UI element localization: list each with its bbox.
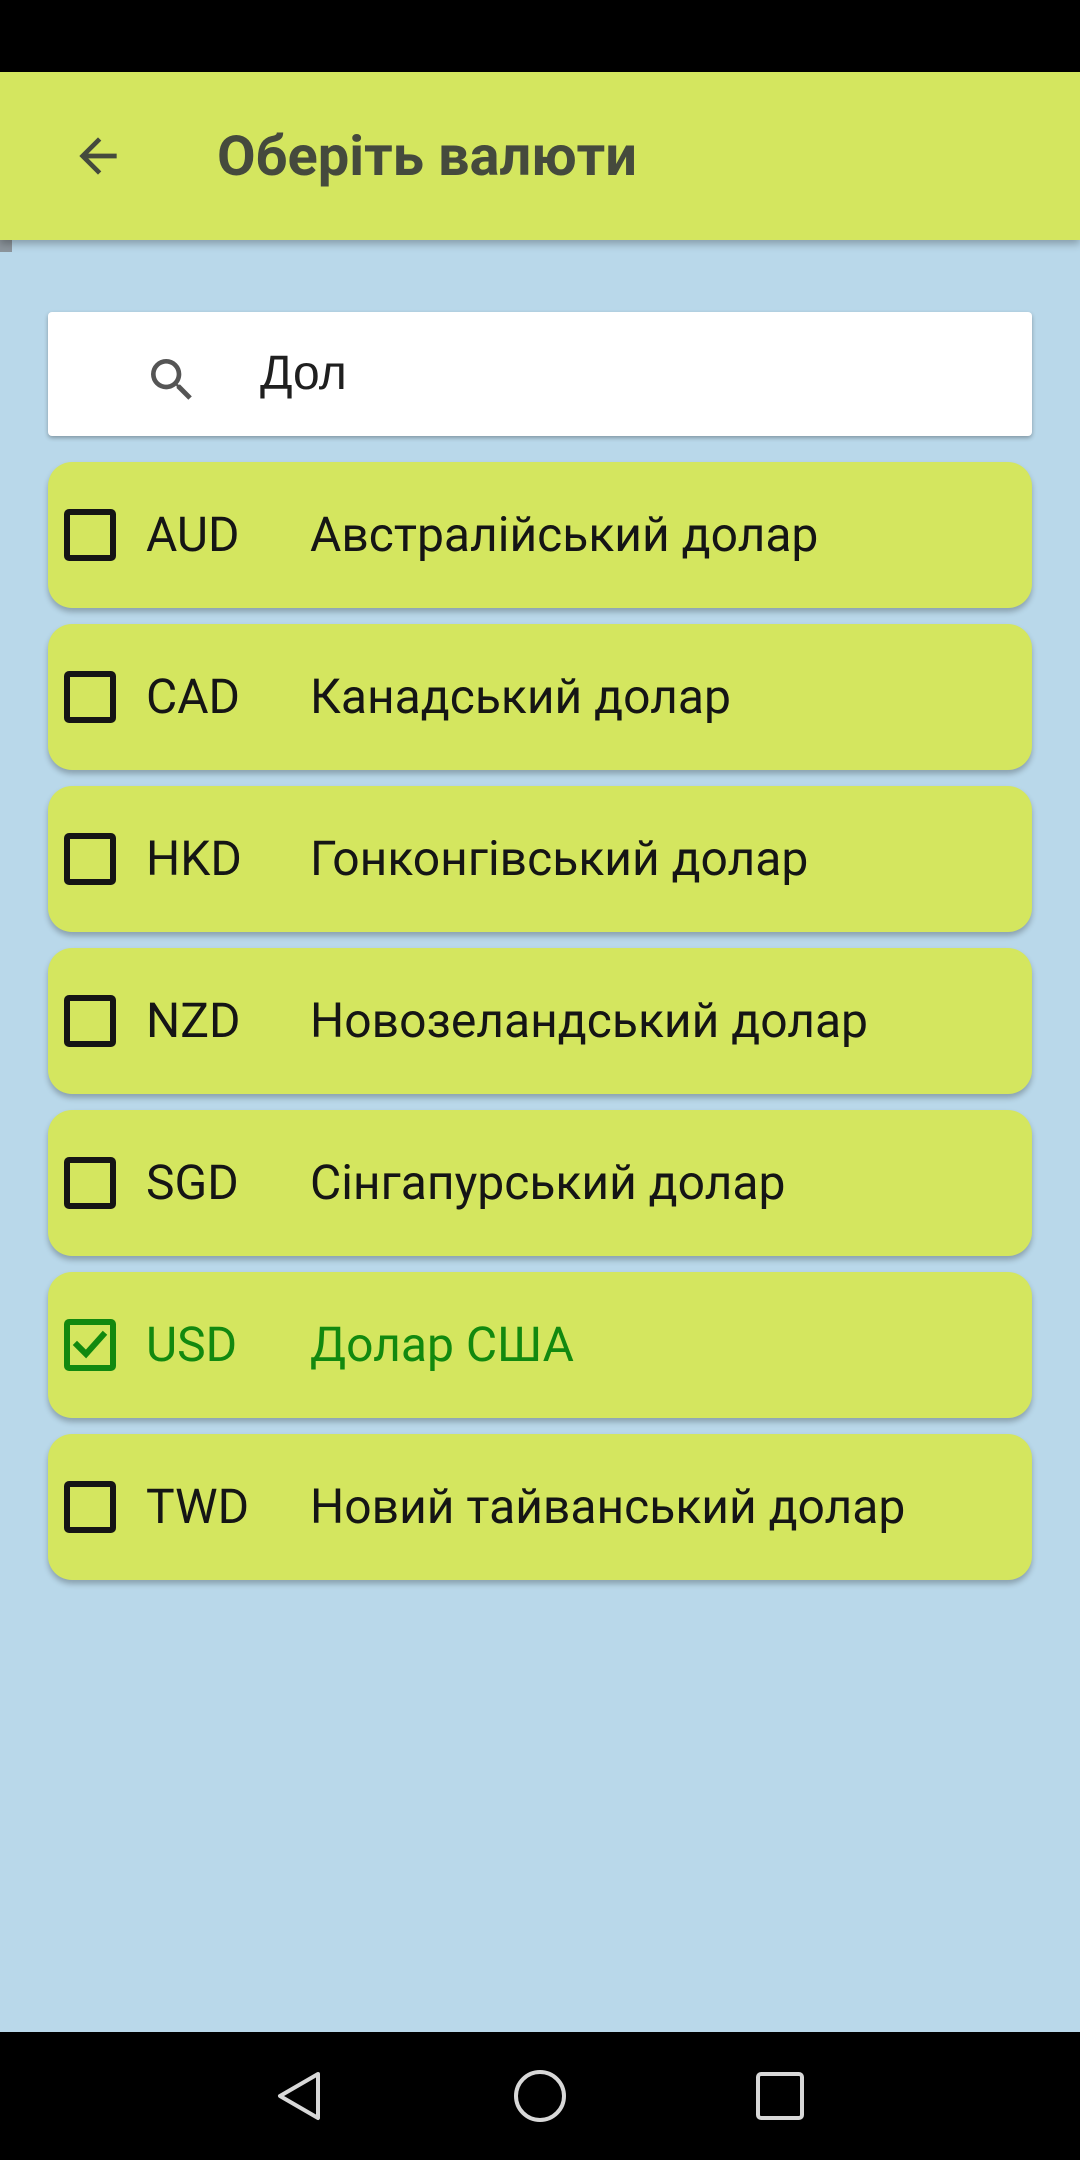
checkbox-unchecked-icon[interactable]	[64, 509, 116, 561]
currency-item-aud[interactable]: AUD Австралійський долар	[48, 462, 1032, 608]
status-bar	[0, 0, 1080, 72]
nav-home-circle-icon	[514, 2070, 566, 2122]
currency-code: CAD	[146, 668, 241, 725]
page-title: Оберіть валюти	[217, 123, 637, 189]
nav-recents-button[interactable]	[736, 2052, 824, 2140]
currency-code: SGD	[146, 1154, 239, 1211]
currency-list: AUD Австралійський долар CAD Канадський дол…	[48, 462, 1032, 1596]
currency-name: Австралійський долар	[310, 506, 819, 563]
currency-name: Новозеландський долар	[310, 992, 868, 1049]
nav-recents-square-icon	[756, 2072, 804, 2120]
currency-code: TWD	[146, 1478, 250, 1535]
nav-back-triangle-icon	[278, 2072, 320, 2120]
currency-name: Сінгапурський долар	[310, 1154, 786, 1211]
scroll-indicator	[0, 240, 12, 252]
checkbox-unchecked-icon[interactable]	[64, 833, 116, 885]
search-input[interactable]	[260, 312, 1000, 436]
currency-code: HKD	[146, 830, 242, 887]
nav-home-button[interactable]	[496, 2052, 584, 2140]
checkbox-unchecked-icon[interactable]	[64, 671, 116, 723]
currency-code: USD	[146, 1316, 238, 1373]
search-box[interactable]	[48, 312, 1032, 436]
currency-item-sgd[interactable]: SGD Сінгапурський долар	[48, 1110, 1032, 1256]
currency-item-usd[interactable]: USD Долар США	[48, 1272, 1032, 1418]
navigation-bar	[0, 2032, 1080, 2160]
checkbox-unchecked-icon[interactable]	[64, 1157, 116, 1209]
currency-name: Гонконгівський долар	[310, 830, 809, 887]
checkbox-checked-icon[interactable]	[64, 1319, 116, 1371]
arrow-back-icon	[79, 137, 117, 175]
currency-item-twd[interactable]: TWD Новий тайванський долар	[48, 1434, 1032, 1580]
search-icon	[151, 359, 192, 400]
currency-code: NZD	[146, 992, 241, 1049]
currency-item-cad[interactable]: CAD Канадський долар	[48, 624, 1032, 770]
currency-item-nzd[interactable]: NZD Новозеландський долар	[48, 948, 1032, 1094]
currency-name: Канадський долар	[310, 668, 731, 725]
back-button[interactable]	[50, 108, 146, 204]
checkbox-unchecked-icon[interactable]	[64, 995, 116, 1047]
checkbox-unchecked-icon[interactable]	[64, 1481, 116, 1533]
currency-name: Новий тайванський долар	[310, 1478, 906, 1535]
currency-code: AUD	[146, 506, 240, 563]
nav-back-button[interactable]	[256, 2052, 344, 2140]
currency-name: Долар США	[310, 1316, 574, 1373]
currency-item-hkd[interactable]: HKD Гонконгівський долар	[48, 786, 1032, 932]
app-bar: Оберіть валюти	[0, 72, 1080, 240]
